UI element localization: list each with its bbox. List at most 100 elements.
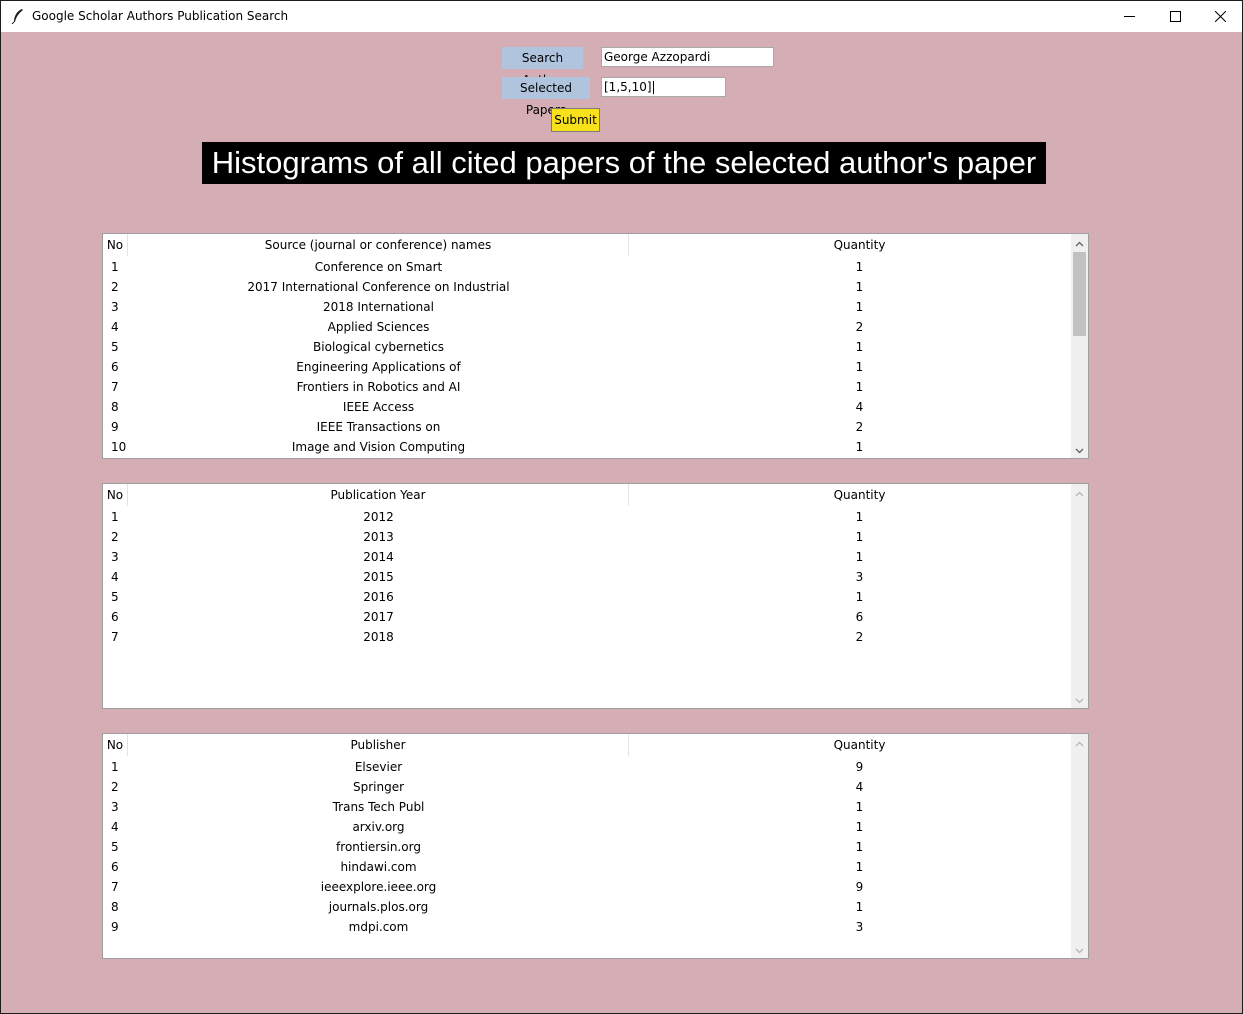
- close-button[interactable]: [1197, 1, 1243, 32]
- column-header-no[interactable]: No: [103, 234, 128, 256]
- row-number: 9: [111, 420, 119, 434]
- row-number: 6: [111, 860, 119, 874]
- window-title: Google Scholar Authors Publication Searc…: [32, 9, 289, 23]
- scroll-down-button[interactable]: [1071, 691, 1088, 708]
- column-header-quantity[interactable]: Quantity: [629, 234, 1088, 256]
- row-quantity: 1: [855, 440, 864, 454]
- minimize-button[interactable]: [1106, 1, 1152, 32]
- table-row[interactable]: 1 Elsevier 9: [103, 757, 1073, 777]
- chevron-down-icon: [1075, 943, 1084, 957]
- row-name: 2012: [363, 510, 394, 524]
- row-quantity: 1: [855, 340, 864, 354]
- maximize-button[interactable]: [1152, 1, 1198, 32]
- selected-papers-label: Selected Papers: [502, 77, 590, 117]
- table-row[interactable]: 2 2017 International Conference on Indust…: [103, 277, 1073, 297]
- row-number: 9: [111, 920, 119, 934]
- row-name: IEEE Access: [342, 400, 415, 414]
- table-row[interactable]: 10 Image and Vision Computing 1: [103, 437, 1073, 457]
- publishers-table-body: 1 Elsevier 9 2 Springer 4 3 Trans Tech Publ 1 4 ar…: [103, 757, 1073, 937]
- publishers-table[interactable]: No Publisher Quantity 1 Elsevier 9 2 Springe…: [102, 733, 1089, 959]
- table-row[interactable]: 4 arxiv.org 1: [103, 817, 1073, 837]
- text-cursor: [652, 81, 654, 94]
- years-table[interactable]: No Publication Year Quantity 1 2012 1 2 2013…: [102, 483, 1089, 709]
- feather-icon: [11, 8, 25, 25]
- row-name: Biological cybernetics: [313, 340, 444, 354]
- column-header-quantity[interactable]: Quantity: [629, 484, 1088, 506]
- table-row[interactable]: 6 Engineering Applications of 1: [103, 357, 1073, 377]
- scroll-down-button[interactable]: [1071, 941, 1088, 958]
- row-quantity: 1: [855, 300, 864, 314]
- table-row[interactable]: 6 2017 6: [103, 607, 1073, 627]
- table-row[interactable]: 5 Biological cybernetics 1: [103, 337, 1073, 357]
- row-quantity: 9: [855, 760, 864, 774]
- table-row[interactable]: 8 journals.plos.org 1: [103, 897, 1073, 917]
- scroll-up-button[interactable]: [1071, 234, 1088, 251]
- minimize-icon: [1123, 11, 1135, 22]
- publishers-table-header: No Publisher Quantity: [103, 734, 1073, 756]
- search-author-input[interactable]: George Azzopardi: [601, 47, 774, 67]
- column-header-publisher[interactable]: Publisher: [128, 734, 629, 756]
- selected-papers-input[interactable]: [1,5,10]: [601, 77, 726, 97]
- scroll-up-button[interactable]: [1071, 484, 1088, 501]
- row-number: 4: [111, 320, 119, 334]
- column-header-source[interactable]: Source (journal or conference) names: [128, 234, 629, 256]
- years-table-header: No Publication Year Quantity: [103, 484, 1073, 506]
- row-name: ieeexplore.ieee.org: [320, 880, 437, 894]
- column-header-year[interactable]: Publication Year: [128, 484, 629, 506]
- table-row[interactable]: 8 IEEE Access 4: [103, 397, 1073, 417]
- years-scrollbar[interactable]: [1071, 484, 1088, 708]
- publishers-scrollbar[interactable]: [1071, 734, 1088, 958]
- row-quantity: 1: [855, 840, 864, 854]
- table-row[interactable]: 1 Conference on Smart 1: [103, 257, 1073, 277]
- table-row[interactable]: 2 Springer 4: [103, 777, 1073, 797]
- row-quantity: 4: [855, 400, 864, 414]
- row-name: 2017: [363, 610, 394, 624]
- table-row[interactable]: 7 ieeexplore.ieee.org 9: [103, 877, 1073, 897]
- maximize-icon: [1169, 11, 1181, 22]
- column-header-no[interactable]: No: [103, 484, 128, 506]
- scrollbar-thumb[interactable]: [1073, 252, 1086, 336]
- row-number: 5: [111, 590, 119, 604]
- years-table-body: 1 2012 1 2 2013 1 3 2014 1 4 2015 3 5 2016 1 6 2017 6 7 201…: [103, 507, 1073, 647]
- column-header-quantity[interactable]: Quantity: [629, 734, 1088, 756]
- table-row[interactable]: 3 Trans Tech Publ 1: [103, 797, 1073, 817]
- row-name: Springer: [352, 780, 405, 794]
- table-row[interactable]: 1 2012 1: [103, 507, 1073, 527]
- table-row[interactable]: 7 Frontiers in Robotics and AI 1: [103, 377, 1073, 397]
- table-row[interactable]: 7 2018 2: [103, 627, 1073, 647]
- table-row[interactable]: 2 2013 1: [103, 527, 1073, 547]
- table-row[interactable]: 5 2016 1: [103, 587, 1073, 607]
- row-number: 7: [111, 380, 119, 394]
- submit-button[interactable]: Submit: [551, 108, 600, 132]
- row-number: 4: [111, 570, 119, 584]
- table-row[interactable]: 3 2014 1: [103, 547, 1073, 567]
- row-number: 1: [111, 510, 119, 524]
- column-header-no[interactable]: No: [103, 734, 128, 756]
- row-quantity: 1: [855, 550, 864, 564]
- row-quantity: 2: [855, 320, 864, 334]
- row-name: Engineering Applications of: [296, 360, 461, 374]
- table-row[interactable]: 4 2015 3: [103, 567, 1073, 587]
- scroll-down-button[interactable]: [1071, 441, 1088, 458]
- row-quantity: 1: [855, 900, 864, 914]
- title-bar[interactable]: Google Scholar Authors Publication Searc…: [1, 1, 1242, 32]
- row-quantity: 1: [855, 510, 864, 524]
- table-row[interactable]: 6 hindawi.com 1: [103, 857, 1073, 877]
- table-row[interactable]: 9 mdpi.com 3: [103, 917, 1073, 937]
- row-quantity: 1: [855, 530, 864, 544]
- table-row[interactable]: 3 2018 International 1: [103, 297, 1073, 317]
- sources-scrollbar[interactable]: [1071, 234, 1088, 458]
- row-name: mdpi.com: [348, 920, 409, 934]
- sources-table[interactable]: No Source (journal or conference) names …: [102, 233, 1089, 459]
- table-row[interactable]: 9 IEEE Transactions on 2: [103, 417, 1073, 437]
- chevron-down-icon: [1075, 693, 1084, 707]
- row-name: Elsevier: [354, 760, 403, 774]
- sources-table-body: 1 Conference on Smart 1 2 2017 International…: [103, 257, 1073, 457]
- row-quantity: 3: [855, 920, 864, 934]
- row-quantity: 4: [855, 780, 864, 794]
- scroll-up-button[interactable]: [1071, 734, 1088, 751]
- row-quantity: 2: [855, 630, 864, 644]
- row-quantity: 1: [855, 280, 864, 294]
- table-row[interactable]: 4 Applied Sciences 2: [103, 317, 1073, 337]
- table-row[interactable]: 5 frontiersin.org 1: [103, 837, 1073, 857]
